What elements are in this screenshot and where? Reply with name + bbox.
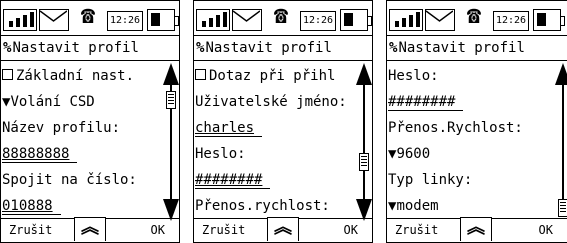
dial-number-field[interactable]: 010888 (2, 198, 61, 215)
field-label: Spojit na číslo: (2, 172, 137, 188)
softkey-bar: Zrušit ︽ OK (387, 217, 567, 242)
field-label: Heslo: (388, 68, 439, 84)
settings-icon: % (196, 40, 205, 56)
settings-icon: % (3, 40, 12, 56)
page-title: %Nastavit profil (194, 35, 372, 61)
cancel-button[interactable]: Zrušit (395, 223, 438, 237)
scroll-thumb[interactable] (166, 91, 176, 109)
signal-icon (389, 9, 423, 31)
battery-icon (340, 9, 372, 31)
phone-icon: ☎ (80, 1, 96, 29)
chevron-up-icon[interactable]: ︽ (460, 217, 492, 241)
list-item[interactable]: Dotaz při přihl (195, 68, 335, 84)
chevron-up-icon[interactable]: ︽ (267, 217, 299, 241)
envelope-icon (232, 9, 262, 31)
field-label: Typ linky: (388, 172, 473, 188)
field-label: Uživatelské jméno: (195, 94, 347, 110)
field-label: Heslo: (195, 146, 246, 162)
status-bar: ☎ 12:26 (194, 1, 372, 35)
cancel-button[interactable]: Zrušit (9, 223, 52, 237)
phone-screen-3: ☎ 12:26 %Nastavit profil Heslo: ########… (386, 0, 567, 243)
page-title: %Nastavit profil (1, 35, 179, 61)
scrollbar[interactable] (163, 63, 179, 221)
scroll-up-icon[interactable] (356, 63, 372, 85)
phone-screen-2: ☎ 12:26 %Nastavit profil Dotaz při přihl… (193, 0, 373, 243)
phone-screen-1: ☎ 12:26 %Nastavit profil Základní nast. … (0, 0, 180, 243)
scroll-up-icon[interactable] (555, 63, 567, 85)
page-title: %Nastavit profil (387, 35, 567, 61)
checkbox-icon[interactable] (195, 69, 206, 80)
password-field[interactable]: ######## (195, 172, 271, 189)
scrollbar[interactable] (555, 63, 567, 221)
battery-icon (147, 9, 179, 31)
checkbox-icon[interactable] (2, 69, 13, 80)
envelope-icon (39, 9, 69, 31)
password-field[interactable]: ######## (388, 94, 464, 111)
speed-dropdown[interactable]: ▼9600 (388, 146, 430, 162)
line-type-dropdown[interactable]: ▼modem (388, 198, 439, 214)
signal-icon (196, 9, 230, 31)
status-bar: ☎ 12:26 (1, 1, 179, 35)
field-label: Přenos.rychlost: (195, 198, 330, 214)
list-item[interactable]: Základní nast. (2, 68, 134, 84)
scroll-up-icon[interactable] (163, 63, 179, 85)
list-item[interactable]: ▼Volání CSD (2, 94, 95, 110)
ok-button[interactable]: OK (539, 223, 553, 237)
battery-icon (533, 9, 565, 31)
chevron-up-icon[interactable]: ︽ (74, 217, 106, 241)
ok-button[interactable]: OK (151, 223, 165, 237)
status-bar: ☎ 12:26 (387, 1, 567, 35)
softkey-bar: Zrušit ︽ OK (194, 217, 372, 242)
field-label: Přenos.Rychlost: (388, 120, 523, 136)
profile-name-field[interactable]: 88888888 (2, 146, 78, 163)
signal-icon (3, 9, 37, 31)
clock: 12:26 (300, 11, 336, 31)
field-label: Název profilu: (2, 120, 121, 136)
phone-icon: ☎ (466, 1, 482, 29)
clock: 12:26 (107, 11, 143, 31)
scroll-thumb[interactable] (359, 153, 369, 171)
username-field[interactable]: charles (195, 120, 263, 137)
clock: 12:26 (493, 11, 529, 31)
scrollbar[interactable] (356, 63, 372, 221)
phone-icon: ☎ (273, 1, 289, 29)
settings-icon: % (389, 40, 398, 56)
softkey-bar: Zrušit ︽ OK (1, 217, 179, 242)
ok-button[interactable]: OK (344, 223, 358, 237)
cancel-button[interactable]: Zrušit (202, 223, 245, 237)
scroll-thumb[interactable] (558, 199, 567, 217)
envelope-icon (425, 9, 455, 31)
